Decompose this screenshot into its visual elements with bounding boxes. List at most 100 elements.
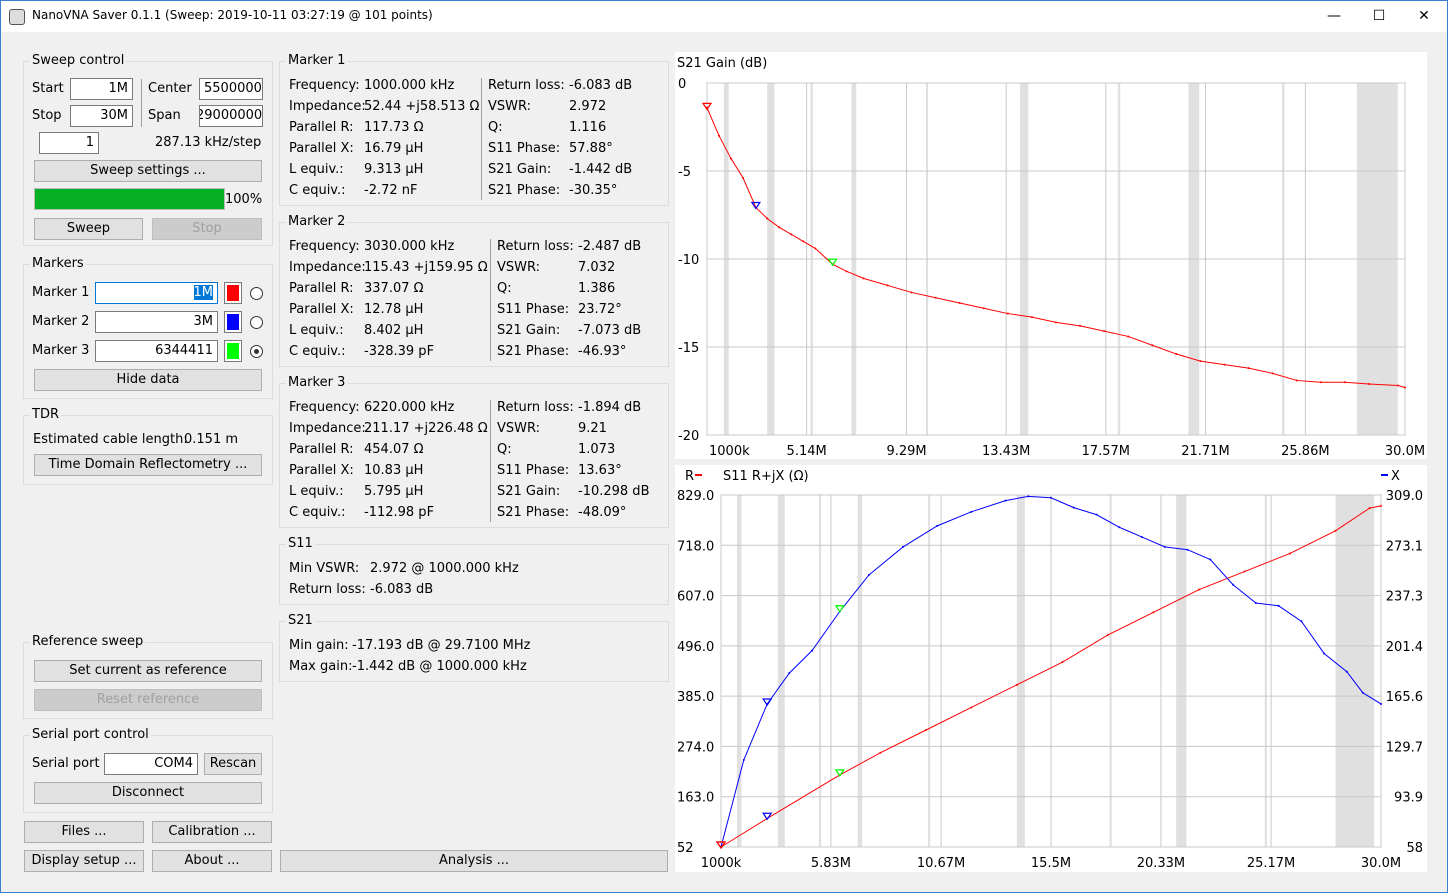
x-point xyxy=(1254,601,1257,604)
s21-gain-point xyxy=(742,177,745,180)
marker-field-label: Impedance: xyxy=(289,421,366,436)
center-input[interactable]: 5500000 xyxy=(199,78,263,100)
marker-2-input[interactable]: 3M xyxy=(95,311,218,333)
r-point xyxy=(970,706,973,709)
marker-field-value: -48.09° xyxy=(578,505,627,520)
marker-2-radio[interactable] xyxy=(250,316,263,329)
serial-port-title: Serial port control xyxy=(30,727,151,742)
x-point xyxy=(1163,545,1166,548)
x-point xyxy=(1277,604,1280,607)
sweep-count-input[interactable]: 1 xyxy=(39,132,99,154)
marker-field-value: -2.72 nF xyxy=(364,183,418,198)
close-button[interactable]: ✕ xyxy=(1401,1,1447,32)
marker-3-color-button[interactable] xyxy=(224,340,242,362)
marker-field-label: VSWR: xyxy=(488,99,532,114)
stop-button[interactable]: Stop xyxy=(152,218,262,240)
marker-field-value: 16.79 µH xyxy=(364,141,424,156)
marker-1-input[interactable]: 1M xyxy=(95,282,218,304)
marker-field-value: 13.63° xyxy=(578,463,622,478)
x-tick-label: 25.86M xyxy=(1281,444,1329,459)
stop-input[interactable]: 30M xyxy=(70,105,133,127)
sweep-progress-fill xyxy=(35,189,224,209)
r-point xyxy=(1197,588,1200,591)
start-input[interactable]: 1M xyxy=(70,78,133,100)
span-input[interactable]: 29000000 xyxy=(199,105,263,127)
minimize-button[interactable]: — xyxy=(1311,1,1357,32)
marker-2-color-button[interactable] xyxy=(224,311,242,333)
marker-field-label: Return loss: xyxy=(488,78,565,93)
hide-data-button[interactable]: Hide data xyxy=(34,369,262,391)
x-point xyxy=(1118,526,1121,529)
s21-gain-point xyxy=(1175,353,1178,356)
marker-3-label: Marker 3 xyxy=(32,343,90,358)
sweep-settings-button[interactable]: Sweep settings ... xyxy=(34,160,262,182)
r-point xyxy=(1288,552,1291,555)
y-tick-label: -15 xyxy=(678,341,699,356)
marker-field-label: S21 Phase: xyxy=(497,505,570,520)
s21-gain-point xyxy=(862,277,865,280)
marker-3-color xyxy=(227,343,239,359)
marker-field-label: S21 Phase: xyxy=(497,344,570,359)
band-shade xyxy=(928,495,931,847)
marker-field-label: Parallel X: xyxy=(289,463,354,478)
marker-field-value: 1.386 xyxy=(578,281,616,296)
marker-1-color-button[interactable] xyxy=(224,282,242,304)
s21-gain-point xyxy=(790,233,793,236)
x-point xyxy=(1095,513,1098,516)
tdr-button[interactable]: Time Domain Reflectometry ... xyxy=(34,454,262,476)
reset-reference-button[interactable]: Reset reference xyxy=(34,689,262,711)
chart-title: S11 R+jX (Ω) xyxy=(723,469,809,484)
files-button[interactable]: Files ... xyxy=(24,821,144,843)
x-point xyxy=(1323,652,1326,655)
marker-2-color xyxy=(227,314,239,330)
set-reference-button[interactable]: Set current as reference xyxy=(34,660,262,682)
marker-3-input[interactable]: 6344411 xyxy=(95,340,218,362)
min-gain-label: Min gain: xyxy=(289,638,349,653)
display-setup-button[interactable]: Display setup ... xyxy=(24,850,144,872)
s21-gain-point xyxy=(1397,384,1400,387)
maximize-button[interactable]: ☐ xyxy=(1356,1,1402,32)
marker-field-value: -328.39 pF xyxy=(364,344,435,359)
x-point xyxy=(1232,583,1235,586)
marker-field-value: 115.43 +j159.95 Ω xyxy=(364,260,488,275)
about-button[interactable]: About ... xyxy=(152,850,272,872)
s21-gain-point xyxy=(1404,386,1406,389)
s21-summary-title: S21 xyxy=(286,613,315,628)
y-left-tick-label: 385.0 xyxy=(677,690,714,705)
x-tick-label: 13.43M xyxy=(982,444,1030,459)
marker-field-value: 12.78 µH xyxy=(364,302,424,317)
x-point xyxy=(1141,536,1144,539)
s11-return-loss-value: -6.083 dB xyxy=(370,582,434,597)
marker-field-label: C equiv.: xyxy=(289,183,346,198)
marker-1-radio[interactable] xyxy=(250,287,263,300)
marker-3-radio[interactable] xyxy=(250,345,263,358)
x-point xyxy=(811,649,814,652)
x-tick-label: 30.0M xyxy=(1361,856,1401,871)
marker-field-value: -7.073 dB xyxy=(578,323,642,338)
marker-field-label: VSWR: xyxy=(497,260,541,275)
marker-field-label: VSWR: xyxy=(497,421,541,436)
disconnect-button[interactable]: Disconnect xyxy=(34,782,262,804)
calibration-button[interactable]: Calibration ... xyxy=(152,821,272,843)
app-window: NanoVNA Saver 0.1.1 (Sweep: 2019-10-11 0… xyxy=(0,0,1448,893)
analysis-button[interactable]: Analysis ... xyxy=(280,850,668,872)
s21-gain-point xyxy=(1295,379,1298,382)
s21-gain-point xyxy=(1103,330,1106,333)
s21-gain-point xyxy=(1367,382,1370,385)
s21-gain-point xyxy=(1199,360,1202,363)
rescan-button[interactable]: Rescan xyxy=(204,753,262,775)
serial-port-input[interactable]: COM4 xyxy=(104,753,198,775)
y-right-tick-label: 237.3 xyxy=(1386,590,1423,605)
sweep-divider xyxy=(141,79,142,127)
marker-field-value: 9.313 µH xyxy=(364,162,424,177)
step-text: 287.13 kHz/step xyxy=(155,135,262,150)
title-bar[interactable]: NanoVNA Saver 0.1.1 (Sweep: 2019-10-11 0… xyxy=(1,1,1447,32)
y-right-tick-label: 309.0 xyxy=(1386,489,1423,504)
marker-field-value: 454.07 Ω xyxy=(364,442,424,457)
s11-rjx-chart[interactable]: 829.0 309.0 718.0 273.1 607.0 237.3 496.0 201.4… xyxy=(675,465,1427,872)
s21-gain-chart[interactable]: 0 -5 -10 -15 -20 1000k 5.14M 9.29M 13.43M 17.57M 2… xyxy=(675,52,1427,459)
sweep-button[interactable]: Sweep xyxy=(34,218,143,240)
marker-field-label: Frequency: xyxy=(289,400,360,415)
marker-field-label: Impedance: xyxy=(289,260,366,275)
x-tick-label: 21.71M xyxy=(1181,444,1229,459)
